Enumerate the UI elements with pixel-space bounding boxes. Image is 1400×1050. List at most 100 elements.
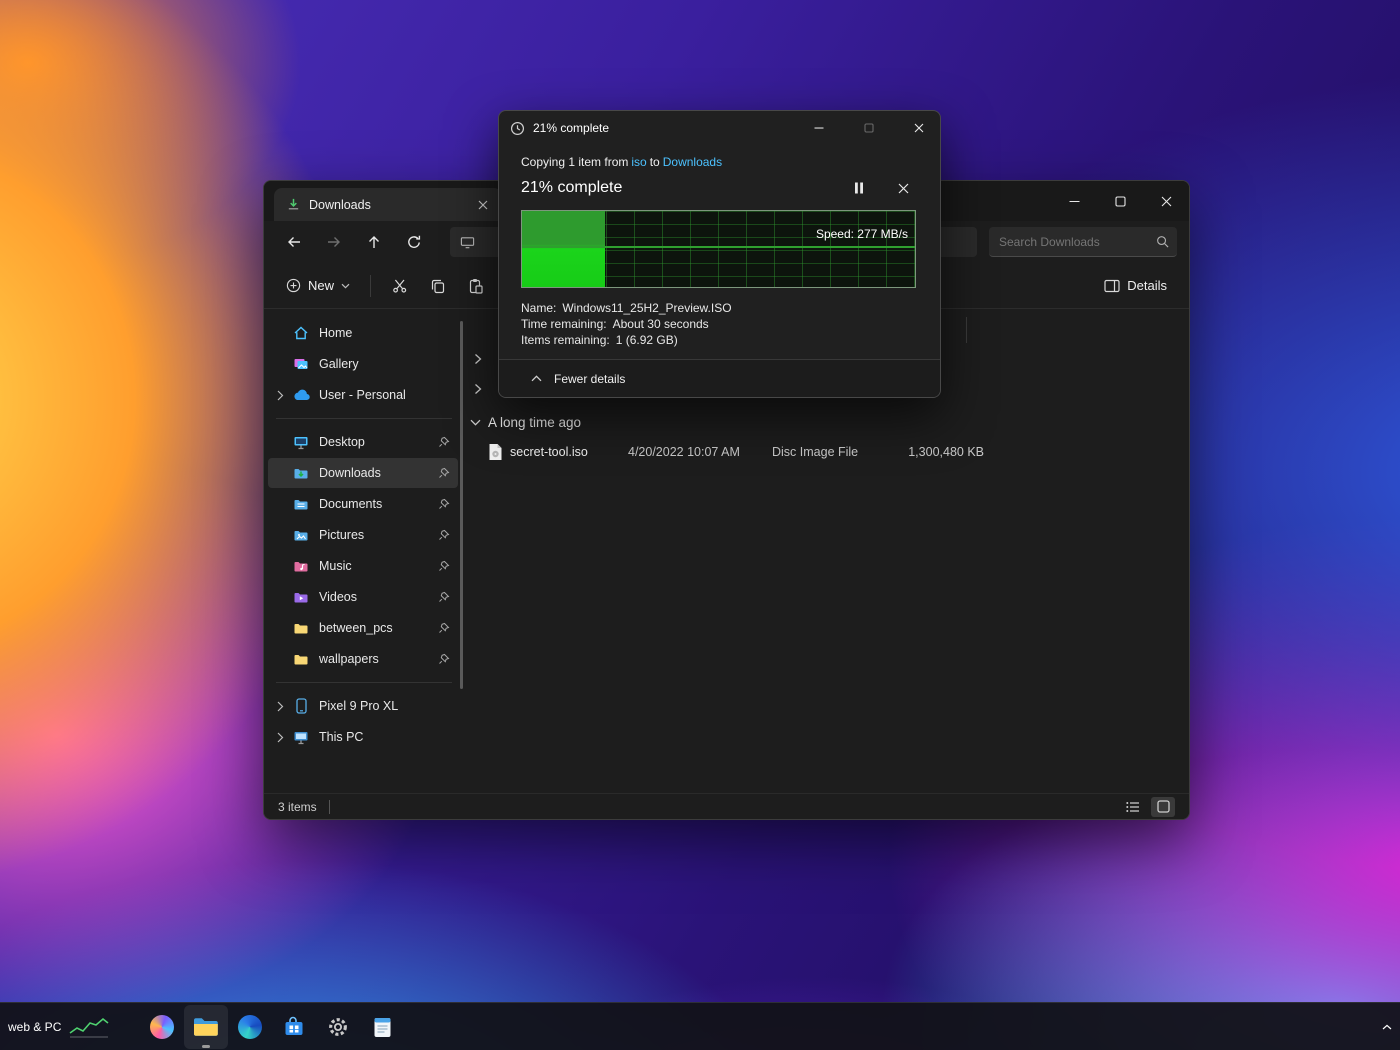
sidebar-item-downloads[interactable]: Downloads — [268, 458, 458, 488]
group-header-a-long-time-ago[interactable]: A long time ago — [470, 409, 581, 435]
widgets-button[interactable]: web & PC — [0, 1003, 142, 1050]
new-button[interactable]: New — [276, 270, 360, 302]
gallery-icon — [292, 356, 310, 372]
file-date-modified: 4/20/2022 10:07 AM — [628, 445, 772, 459]
cut-button[interactable] — [381, 270, 419, 302]
dialog-maximize-button[interactable] — [848, 111, 890, 145]
sidebar-item-this-pc[interactable]: This PC — [268, 722, 458, 752]
sidebar-item-label: Pictures — [319, 528, 436, 542]
sidebar-scrollbar[interactable] — [460, 321, 463, 689]
widget-label: web & PC — [8, 1020, 61, 1034]
chevron-up-icon — [531, 375, 542, 382]
chevron-right-icon — [474, 353, 482, 365]
search-input[interactable] — [999, 235, 1156, 249]
details-pane-button[interactable]: Details — [1094, 270, 1177, 302]
sidebar-item-label: Videos — [319, 590, 436, 604]
sidebar-item-home[interactable]: Home — [268, 318, 458, 348]
dialog-close-button[interactable] — [898, 111, 940, 145]
forward-button[interactable] — [316, 226, 352, 258]
copying-prefix: Copying 1 item from — [521, 155, 628, 169]
back-button[interactable] — [276, 226, 312, 258]
destination-folder-link[interactable]: Downloads — [663, 155, 722, 169]
dialog-title: 21% complete — [533, 121, 790, 135]
sidebar-item-label: Gallery — [319, 357, 452, 371]
sidebar-item-gallery[interactable]: Gallery — [268, 349, 458, 379]
up-button[interactable] — [356, 226, 392, 258]
details-pane-icon — [1104, 279, 1120, 293]
store-button[interactable] — [272, 1005, 316, 1049]
fewer-details-toggle[interactable]: Fewer details — [499, 359, 940, 397]
close-button[interactable] — [1143, 181, 1189, 221]
minimize-button[interactable] — [1051, 181, 1097, 221]
chevron-down-icon — [470, 419, 481, 426]
edge-button[interactable] — [228, 1005, 272, 1049]
phone-icon — [292, 698, 310, 714]
music-icon — [292, 559, 310, 574]
sidebar-item-label: Downloads — [319, 466, 436, 480]
settings-button[interactable] — [316, 1005, 360, 1049]
column-separator[interactable] — [966, 317, 967, 343]
large-icons-view-button[interactable] — [1151, 797, 1175, 817]
transfer-speed-chart: Speed: 277 MB/s — [521, 210, 916, 288]
documents-icon — [292, 497, 310, 512]
fewer-details-label: Fewer details — [554, 372, 625, 386]
sidebar-item-pixel-9-pro-xl[interactable]: Pixel 9 Pro XL — [268, 691, 458, 721]
sidebar-item-music[interactable]: Music — [268, 551, 458, 581]
pin-icon — [436, 622, 452, 634]
copy-button[interactable] — [419, 270, 457, 302]
sidebar-item-videos[interactable]: Videos — [268, 582, 458, 612]
tab-close-button[interactable] — [472, 194, 494, 216]
chevron-down-icon — [341, 283, 350, 289]
sidebar-item-label: Desktop — [319, 435, 436, 449]
tab-title: Downloads — [309, 198, 464, 212]
sidebar-item-documents[interactable]: Documents — [268, 489, 458, 519]
copilot-button[interactable] — [140, 1005, 184, 1049]
chevron-right-icon[interactable] — [268, 701, 292, 712]
notepad-icon — [373, 1016, 392, 1038]
sidebar-item-wallpapers[interactable]: wallpapers — [268, 644, 458, 674]
sidebar-item-onedrive-personal[interactable]: User - Personal — [268, 380, 458, 410]
file-row-secret-tool-iso[interactable]: secret-tool.iso 4/20/2022 10:07 AM Disc … — [464, 437, 1181, 467]
search-icon — [1156, 235, 1169, 248]
pause-button[interactable] — [844, 176, 874, 200]
taskbar-icons — [140, 1003, 404, 1050]
source-folder-link[interactable]: iso — [631, 155, 646, 169]
file-size: 1,300,480 KB — [892, 445, 984, 459]
items-remaining-label: Items remaining: — [521, 332, 610, 348]
cancel-copy-button[interactable] — [888, 176, 918, 200]
explorer-tab-downloads[interactable]: Downloads — [274, 188, 502, 221]
dialog-minimize-button[interactable] — [798, 111, 840, 145]
show-hidden-icons-button[interactable] — [1374, 1003, 1400, 1050]
taskbar: web & PC — [0, 1002, 1400, 1050]
home-icon — [292, 325, 310, 341]
refresh-button[interactable] — [396, 226, 432, 258]
chevron-right-icon[interactable] — [268, 390, 292, 401]
sidebar-item-label: Home — [319, 326, 452, 340]
collapsed-group-row[interactable] — [474, 377, 482, 401]
detail-time-row: Time remaining:About 30 seconds — [521, 316, 918, 332]
file-type: Disc Image File — [772, 445, 892, 459]
chevron-right-icon[interactable] — [268, 732, 292, 743]
time-remaining-value: About 30 seconds — [613, 317, 709, 331]
sidebar-item-desktop[interactable]: Desktop — [268, 427, 458, 457]
breadcrumb-location-icon — [460, 235, 475, 250]
copying-description: Copying 1 item fromisotoDownloads — [521, 155, 918, 169]
sidebar-item-pictures[interactable]: Pictures — [268, 520, 458, 550]
desktop: Downloads — [0, 0, 1400, 1050]
collapsed-group-row[interactable] — [474, 347, 482, 371]
notepad-button[interactable] — [360, 1005, 404, 1049]
details-view-button[interactable] — [1121, 797, 1145, 817]
file-explorer-button[interactable] — [184, 1005, 228, 1049]
sidebar-separator — [276, 682, 452, 683]
sidebar-item-label: Music — [319, 559, 436, 573]
paste-button[interactable] — [457, 270, 495, 302]
detail-name-row: Name:Windows11_25H2_Preview.ISO — [521, 300, 918, 316]
dialog-title-bar[interactable]: 21% complete — [499, 111, 940, 145]
sidebar-item-between-pcs[interactable]: between_pcs — [268, 613, 458, 643]
pin-icon — [436, 653, 452, 665]
status-bar: 3 items — [264, 793, 1189, 819]
maximize-button[interactable] — [1097, 181, 1143, 221]
view-toggles — [1121, 797, 1175, 817]
new-button-label: New — [308, 278, 334, 293]
search-box[interactable] — [989, 227, 1177, 257]
